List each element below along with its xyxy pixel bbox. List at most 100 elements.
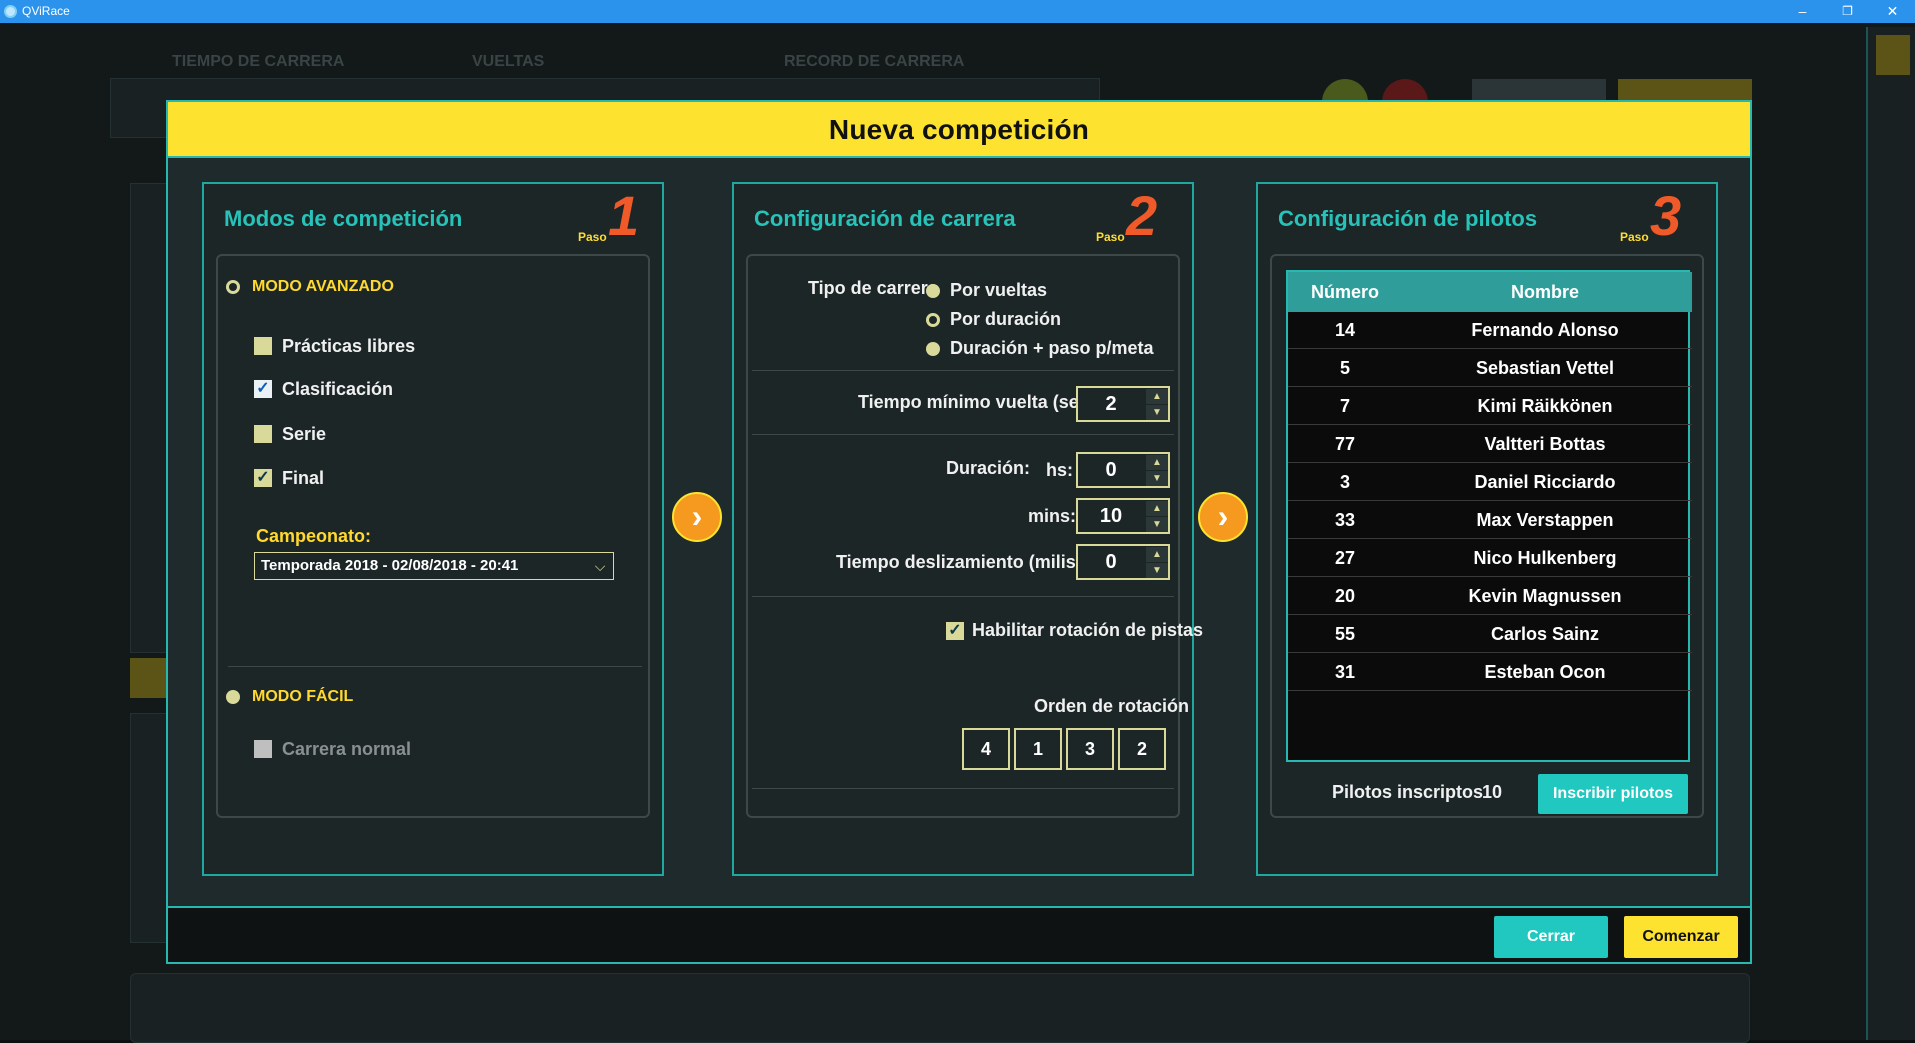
table-row[interactable]: 3 Daniel Ricciardo	[1288, 464, 1692, 501]
duration-label: Duración:	[946, 458, 1031, 478]
dialog-title: Nueva competición	[828, 114, 1090, 145]
race-type-duration-finish-label: Duración + paso p/meta	[950, 338, 1154, 358]
close-button[interactable]: Cerrar	[1494, 916, 1608, 958]
minutes-stepper[interactable]: 10 ▲ ▼	[1076, 498, 1170, 534]
enrolled-pilots-label: Pilotos inscriptos	[1332, 782, 1484, 802]
table-row[interactable]: 33 Max Verstappen	[1288, 502, 1692, 539]
next-step-arrow-icon[interactable]: ›	[1198, 492, 1248, 542]
modes-box: MODO AVANZADO Prácticas libres ✓ Clasifi…	[216, 254, 650, 818]
bg-left-yellow-tab	[130, 658, 170, 698]
modes-divider	[228, 666, 642, 667]
race-type-laps-radio[interactable]	[926, 284, 940, 298]
slide-time-stepper[interactable]: 0 ▲ ▼	[1076, 544, 1170, 580]
qualifying-checkbox[interactable]: ✓	[254, 380, 272, 398]
series-checkbox[interactable]	[254, 425, 272, 443]
panel2-step-number: 2	[1126, 184, 1158, 247]
easy-mode-label: MODO FÁCIL	[252, 688, 354, 705]
race-type-duration-radio[interactable]	[926, 313, 940, 327]
final-label: Final	[282, 468, 325, 488]
next-step-arrow-icon[interactable]: ›	[672, 492, 722, 542]
close-window-button[interactable]: ✕	[1870, 0, 1915, 23]
pilot-number: 7	[1339, 396, 1350, 416]
practice-checkbox[interactable]	[254, 337, 272, 355]
pilot-number: 33	[1334, 510, 1356, 530]
table-row[interactable]: 77 Valtteri Bottas	[1288, 426, 1692, 463]
race-config-divider-3	[752, 596, 1174, 597]
pilot-name: Sebastian Vettel	[1475, 358, 1615, 378]
race-config-divider-1	[752, 370, 1174, 371]
minimize-button[interactable]: –	[1780, 0, 1825, 23]
minutes-label: mins:	[1028, 506, 1077, 526]
hours-up-icon[interactable]: ▲	[1146, 455, 1168, 470]
panel3-step-number: 3	[1650, 184, 1682, 247]
restore-button[interactable]: ❐	[1825, 0, 1870, 23]
hours-value: 0	[1105, 459, 1117, 481]
start-button[interactable]: Comenzar	[1624, 916, 1738, 958]
panel1-step-number: 1	[608, 184, 640, 247]
header-number[interactable]: Número	[1288, 272, 1402, 312]
race-type-laps-label: Por vueltas	[950, 280, 1048, 300]
qualifying-label: Clasificación	[282, 379, 394, 399]
enroll-pilots-button[interactable]: Inscribir pilotos	[1538, 774, 1688, 814]
panel1-title: Modos de competición	[224, 206, 463, 231]
rotation-slot-3[interactable]: 3	[1066, 728, 1114, 770]
pilot-name: Max Verstappen	[1476, 510, 1614, 530]
race-config-divider-2	[752, 434, 1174, 435]
table-row[interactable]: 20 Kevin Magnussen	[1288, 578, 1692, 615]
chevron-down-icon: ⌵	[594, 558, 606, 574]
rotation-slot-2[interactable]: 1	[1014, 728, 1062, 770]
championship-select[interactable]: Temporada 2018 - 02/08/2018 - 20:41 ⌵	[254, 552, 614, 580]
rotation-slot-4[interactable]: 2	[1118, 728, 1166, 770]
panel-race-config: Configuración de carrera Paso 2 Tipo de …	[732, 182, 1203, 876]
min-lap-stepper[interactable]: 2 ▲ ▼	[1076, 386, 1170, 422]
table-row[interactable]: 27 Nico Hulkenberg	[1288, 540, 1692, 577]
rotation-slot-1[interactable]: 4	[962, 728, 1010, 770]
header-name[interactable]: Nombre	[1402, 272, 1688, 312]
hours-stepper[interactable]: 0 ▲ ▼	[1076, 452, 1170, 488]
panel-competition-modes: Modos de competición Paso 1 MODO AVANZAD…	[202, 182, 664, 876]
advanced-mode-radio[interactable]	[226, 280, 240, 294]
pilot-name: Kimi Räikkönen	[1477, 396, 1613, 416]
table-row[interactable]: 55 Carlos Sainz	[1288, 616, 1692, 653]
normal-race-label: Carrera normal	[282, 739, 412, 759]
min-lap-down-icon[interactable]: ▼	[1146, 405, 1168, 420]
pilots-table-header: Número Nombre	[1288, 272, 1692, 312]
pilots-table-body: 14 Fernando Alonso 5 Sebastian Vettel 7 Kimi …	[1288, 312, 1692, 762]
panel2-title: Configuración de carrera	[754, 206, 1016, 231]
pilot-name: Carlos Sainz	[1490, 624, 1600, 644]
minutes-up-icon[interactable]: ▲	[1146, 501, 1168, 516]
bg-tab-record: RECORD DE CARRERA	[784, 53, 965, 70]
race-type-duration-label: Por duración	[950, 309, 1062, 329]
new-competition-dialog: Nueva competición Modos de competición P…	[166, 100, 1752, 964]
table-row[interactable]: 5 Sebastian Vettel	[1288, 350, 1692, 387]
bg-right-sidebar	[1866, 27, 1915, 1040]
final-checkbox[interactable]: ✓	[254, 469, 272, 487]
race-config-box: Tipo de carrera Por vueltas Por duración…	[746, 254, 1203, 818]
min-lap-value: 2	[1105, 393, 1117, 415]
pilot-number: 77	[1334, 434, 1356, 454]
bg-tab-laps: VUELTAS	[472, 53, 545, 70]
hours-down-icon[interactable]: ▼	[1146, 471, 1168, 486]
min-lap-up-icon[interactable]: ▲	[1146, 389, 1168, 404]
pilot-number: 27	[1334, 548, 1356, 568]
min-lap-label: Tiempo mínimo vuelta (seg.):	[858, 392, 1107, 412]
bg-tab-race-time: TIEMPO DE CARRERA	[172, 53, 345, 70]
track-rotation-checkbox[interactable]: ✓	[946, 622, 964, 640]
minutes-down-icon[interactable]: ▼	[1146, 517, 1168, 532]
table-row[interactable]: 7 Kimi Räikkönen	[1288, 388, 1692, 425]
table-row[interactable]: 14 Fernando Alonso	[1288, 312, 1692, 349]
normal-race-checkbox[interactable]	[254, 740, 272, 758]
table-row[interactable]: 31 Esteban Ocon	[1288, 654, 1692, 691]
hours-label: hs:	[1046, 460, 1073, 480]
race-type-label: Tipo de carrera	[808, 278, 938, 298]
slide-time-down-icon[interactable]: ▼	[1146, 563, 1168, 578]
race-config-divider-4	[752, 788, 1174, 789]
slide-time-up-icon[interactable]: ▲	[1146, 547, 1168, 562]
slide-time-label: Tiempo deslizamiento (miliseg.):	[836, 552, 1114, 572]
easy-mode-radio[interactable]	[226, 690, 240, 704]
practice-label: Prácticas libres	[282, 336, 416, 356]
bg-bottom-bar	[130, 973, 1750, 1043]
race-type-duration-finish-radio[interactable]	[926, 342, 940, 356]
bg-left-column	[130, 183, 170, 653]
pilot-number: 3	[1339, 472, 1350, 492]
